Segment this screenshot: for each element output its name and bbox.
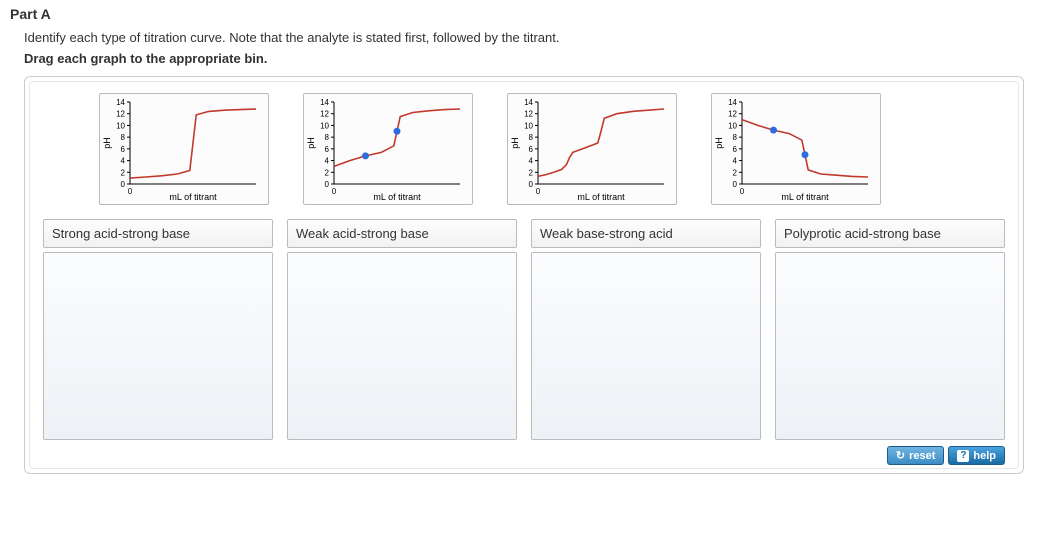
part-label: Part A (10, 6, 1038, 22)
bin-weak-acid-strong-base: Weak acid-strong base (287, 219, 517, 440)
draggable-graphs-row: 024681012140pHmL of titrant 024681012140… (99, 93, 975, 205)
svg-text:2: 2 (121, 168, 126, 177)
bin-label: Weak base-strong acid (531, 219, 761, 248)
svg-text:mL of titrant: mL of titrant (373, 192, 421, 202)
svg-text:12: 12 (524, 110, 533, 119)
svg-text:4: 4 (121, 157, 126, 166)
svg-text:10: 10 (116, 121, 125, 130)
svg-text:2: 2 (733, 168, 738, 177)
reset-label: reset (909, 450, 935, 462)
titration-graph-2[interactable]: 0 2 4 6 8 10 12 14 0 pH mL of titrant (303, 93, 473, 205)
svg-text:6: 6 (121, 145, 126, 154)
drag-instruction: Drag each graph to the appropriate bin. (24, 51, 1038, 66)
svg-text:0: 0 (332, 187, 337, 196)
reset-button[interactable]: ↻ reset (887, 446, 945, 465)
svg-text:14: 14 (524, 98, 533, 107)
svg-text:0: 0 (121, 180, 126, 189)
svg-text:pH: pH (510, 137, 520, 149)
svg-text:0: 0 (536, 187, 541, 196)
svg-text:12: 12 (116, 110, 125, 119)
chart-svg-2: 0 2 4 6 8 10 12 14 0 pH mL of titrant (306, 98, 466, 202)
svg-text:4: 4 (325, 157, 330, 166)
svg-text:pH: pH (102, 137, 112, 149)
bin-dropzone[interactable] (531, 252, 761, 440)
svg-text:2: 2 (529, 168, 534, 177)
svg-text:2: 2 (325, 168, 330, 177)
bin-label: Polyprotic acid-strong base (775, 219, 1005, 248)
bin-strong-acid-strong-base: Strong acid-strong base (43, 219, 273, 440)
svg-text:12: 12 (320, 110, 329, 119)
chart-svg-3: 0 2 4 6 8 10 12 14 0 pH mL of titrant (510, 98, 670, 202)
question-icon: ? (957, 450, 969, 462)
bin-polyprotic-acid-strong-base: Polyprotic acid-strong base (775, 219, 1005, 440)
svg-text:6: 6 (325, 145, 330, 154)
sorting-workspace: 024681012140pHmL of titrant 024681012140… (24, 76, 1024, 474)
titration-graph-3[interactable]: 0 2 4 6 8 10 12 14 0 pH mL of titrant (507, 93, 677, 205)
svg-text:10: 10 (524, 121, 533, 130)
svg-text:0: 0 (529, 180, 534, 189)
svg-text:0: 0 (325, 180, 330, 189)
bins-row: Strong acid-strong base Weak acid-strong… (43, 219, 1005, 440)
svg-text:6: 6 (733, 145, 738, 154)
question-text: Identify each type of titration curve. N… (24, 30, 1038, 45)
refresh-icon: ↻ (896, 449, 905, 462)
svg-text:mL of titrant: mL of titrant (577, 192, 625, 202)
svg-text:mL of titrant: mL of titrant (781, 192, 829, 202)
svg-text:4: 4 (733, 157, 738, 166)
bin-label: Weak acid-strong base (287, 219, 517, 248)
svg-text:4: 4 (529, 157, 534, 166)
svg-text:8: 8 (325, 133, 330, 142)
titration-graph-4[interactable]: 0 2 4 6 8 10 12 14 0 pH mL of titrant (711, 93, 881, 205)
svg-text:14: 14 (116, 98, 125, 107)
svg-text:0: 0 (740, 187, 745, 196)
svg-text:10: 10 (320, 121, 329, 130)
bin-dropzone[interactable] (287, 252, 517, 440)
bin-dropzone[interactable] (43, 252, 273, 440)
svg-text:14: 14 (728, 98, 737, 107)
svg-text:pH: pH (714, 137, 724, 149)
svg-text:12: 12 (728, 110, 737, 119)
svg-text:0: 0 (128, 187, 133, 196)
svg-text:10: 10 (728, 121, 737, 130)
bin-weak-base-strong-acid: Weak base-strong acid (531, 219, 761, 440)
help-button[interactable]: ? help (948, 446, 1005, 465)
workspace-footer: ↻ reset ? help (43, 446, 1005, 465)
svg-text:14: 14 (320, 98, 329, 107)
bin-dropzone[interactable] (775, 252, 1005, 440)
svg-text:mL of titrant: mL of titrant (169, 192, 217, 202)
svg-text:8: 8 (121, 133, 126, 142)
svg-text:6: 6 (529, 145, 534, 154)
svg-text:pH: pH (306, 137, 316, 149)
svg-text:8: 8 (529, 133, 534, 142)
help-label: help (973, 450, 996, 462)
svg-text:8: 8 (733, 133, 738, 142)
chart-svg-1: 0 2 4 6 8 10 12 14 0 pH mL of titrant (102, 98, 262, 202)
chart-svg-4: 0 2 4 6 8 10 12 14 0 pH mL of titrant (714, 98, 874, 202)
bin-label: Strong acid-strong base (43, 219, 273, 248)
titration-graph-1[interactable]: 0 2 4 6 8 10 12 14 0 pH mL of titrant (99, 93, 269, 205)
svg-text:0: 0 (733, 180, 738, 189)
